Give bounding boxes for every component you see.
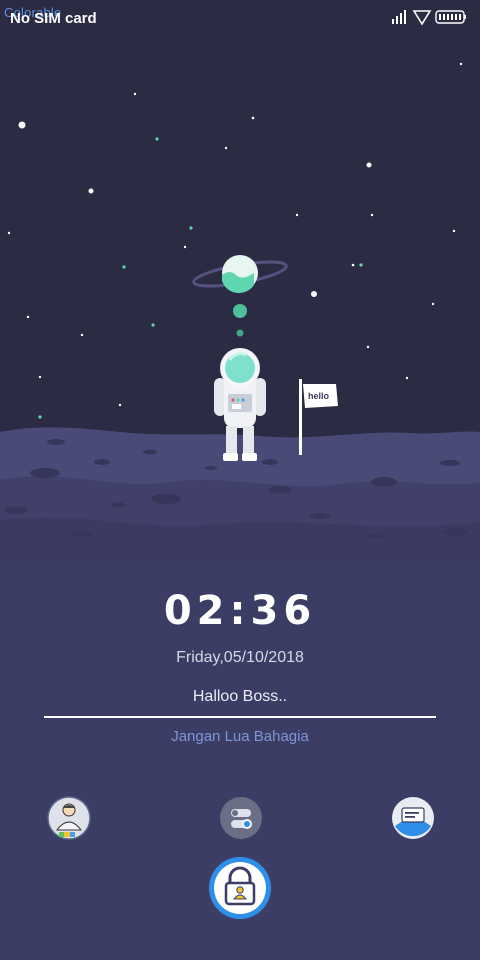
messages-shortcut-button[interactable]	[391, 796, 435, 840]
carrier-label: No SIM card	[10, 10, 97, 27]
greeting-text: Halloo Boss..	[192, 688, 288, 705]
status-bar: Colorable No SIM card	[0, 0, 480, 34]
flag-label: hello	[308, 391, 330, 401]
wifi-icon	[412, 10, 432, 26]
battery-icon	[435, 10, 466, 24]
divider-line	[44, 716, 436, 718]
settings-shortcut-button[interactable]	[219, 796, 263, 840]
lockscreen-date: Friday,05/10/2018	[176, 649, 304, 666]
toggle-settings-icon	[220, 797, 262, 839]
lockscreen-clock: 02:36	[163, 588, 317, 634]
unlock-padlock-icon	[209, 857, 271, 919]
contacts-shortcut-button[interactable]	[47, 796, 91, 840]
motto-text: Jangan Lua Bahagia	[171, 728, 309, 745]
signal-icon	[392, 10, 406, 24]
message-envelope-icon	[392, 797, 434, 839]
contact-person-icon	[47, 796, 91, 840]
status-icons	[392, 10, 466, 26]
unlock-button[interactable]	[208, 856, 272, 920]
